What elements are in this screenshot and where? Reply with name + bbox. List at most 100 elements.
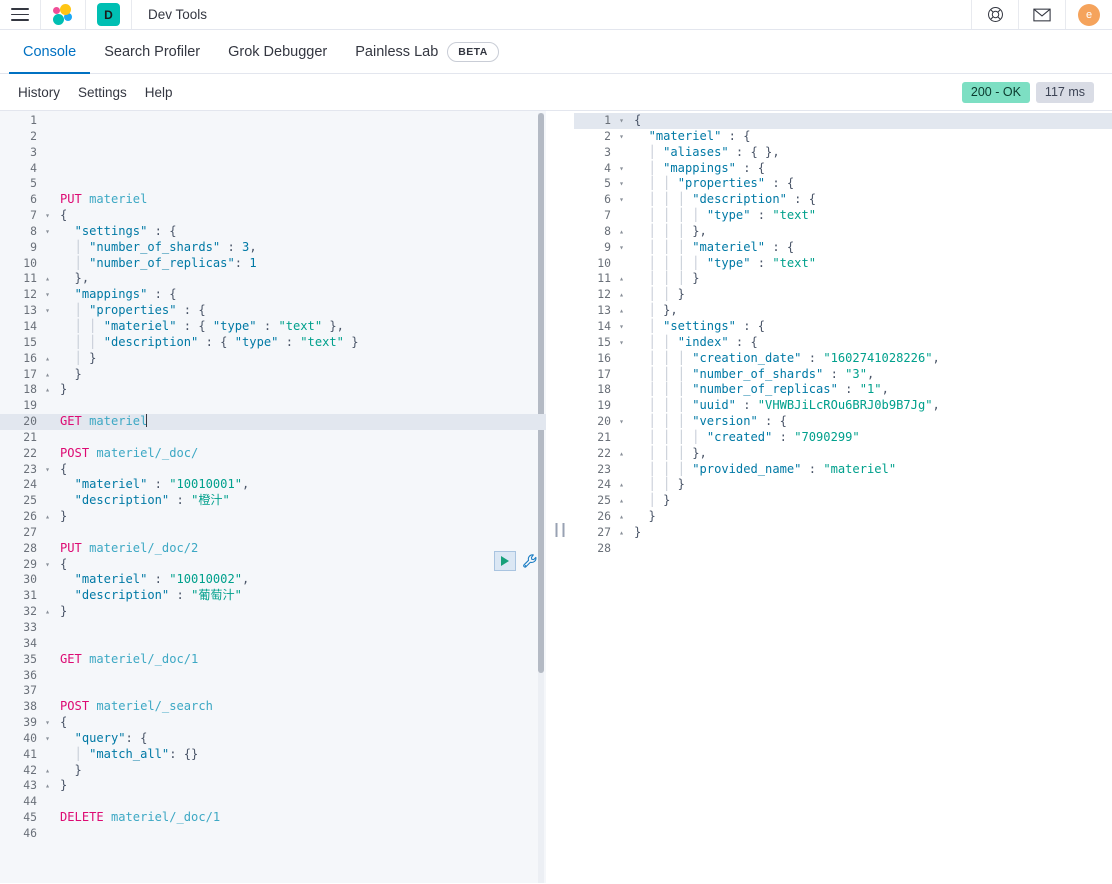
code-line[interactable]: 46: [0, 826, 546, 842]
fold-toggle-icon[interactable]: ▾: [616, 192, 627, 208]
code-line[interactable]: 39 ▾ {: [0, 715, 546, 731]
fold-toggle-icon[interactable]: ▾: [42, 224, 53, 240]
code-line[interactable]: 20 GET materiel: [0, 414, 546, 430]
code-line[interactable]: 14 │ │ "materiel" : { "type" : "text" },: [0, 319, 546, 335]
code-line[interactable]: 2: [0, 129, 546, 145]
fold-toggle-icon[interactable]: ▴: [42, 509, 53, 525]
code-line[interactable]: 42 ▴ }: [0, 763, 546, 779]
request-options-button[interactable]: [520, 551, 540, 571]
fold-toggle-icon[interactable]: ▾: [616, 113, 627, 129]
fold-toggle-icon[interactable]: ▾: [616, 319, 627, 335]
fold-toggle-icon[interactable]: ▾: [616, 414, 627, 430]
code-line[interactable]: 29 ▾ {: [0, 557, 546, 573]
code-line[interactable]: 18 ▴}: [0, 382, 546, 398]
send-request-button[interactable]: [494, 551, 516, 571]
code-line[interactable]: 4: [0, 161, 546, 177]
code-line[interactable]: 10 │ "number_of_replicas": 1: [0, 256, 546, 272]
code-line[interactable]: 23 ▾ {: [0, 462, 546, 478]
fold-toggle-icon[interactable]: ▴: [616, 525, 627, 541]
elastic-home-link[interactable]: [41, 0, 86, 29]
code-line[interactable]: 15 │ │ "description" : { "type" : "text"…: [0, 335, 546, 351]
code-line[interactable]: 12 ▾ "mappings" : {: [0, 287, 546, 303]
code-line[interactable]: 11 ▴ },: [0, 271, 546, 287]
fold-toggle-icon[interactable]: ▴: [42, 763, 53, 779]
splitter-grip-icon[interactable]: [555, 523, 565, 537]
notifications-button[interactable]: [1018, 0, 1065, 29]
user-menu-button[interactable]: e: [1065, 0, 1112, 29]
code-line[interactable]: 3: [0, 145, 546, 161]
code-line[interactable]: 30 "materiel" : "10010002",: [0, 572, 546, 588]
code-line[interactable]: 41 │ "match_all": {}: [0, 747, 546, 763]
line-number: 23: [597, 461, 611, 476]
tab-grok-debugger[interactable]: Grok Debugger: [214, 30, 341, 73]
fold-toggle-icon[interactable]: ▴: [42, 778, 53, 794]
code-line[interactable]: 27: [0, 525, 546, 541]
fold-toggle-icon[interactable]: ▾: [616, 240, 627, 256]
request-editor-pane[interactable]: 1 2 3 4 5 6 PUT materiel 7 ▾{8 ▾ "settings" : {9 …: [0, 111, 546, 883]
fold-toggle-icon[interactable]: ▴: [616, 477, 627, 493]
fold-toggle-icon[interactable]: ▴: [42, 382, 53, 398]
pane-splitter[interactable]: [546, 111, 574, 883]
code-line[interactable]: 28 PUT materiel/_doc/2: [0, 541, 546, 557]
code-line[interactable]: 26 ▴}: [0, 509, 546, 525]
fold-toggle-icon[interactable]: ▾: [42, 462, 53, 478]
fold-toggle-icon[interactable]: ▴: [616, 446, 627, 462]
tab-painless-lab[interactable]: Painless Lab BETA: [341, 30, 512, 73]
fold-toggle-icon[interactable]: ▴: [616, 287, 627, 303]
fold-toggle-icon[interactable]: ▴: [616, 493, 627, 509]
code-line[interactable]: 37: [0, 683, 546, 699]
code-line[interactable]: 38 POST materiel/_search: [0, 699, 546, 715]
fold-toggle-icon[interactable]: ▴: [616, 509, 627, 525]
code-line[interactable]: 45 DELETE materiel/_doc/1: [0, 810, 546, 826]
code-line[interactable]: 33: [0, 620, 546, 636]
fold-toggle-icon[interactable]: ▾: [42, 287, 53, 303]
fold-toggle-icon[interactable]: ▾: [616, 161, 627, 177]
fold-toggle-icon[interactable]: ▾: [42, 208, 53, 224]
code-line[interactable]: 40 ▾ "query": {: [0, 731, 546, 747]
fold-toggle-icon[interactable]: ▾: [42, 303, 53, 319]
code-line[interactable]: 32 ▴}: [0, 604, 546, 620]
code-line[interactable]: 21: [0, 430, 546, 446]
code-line[interactable]: 24 "materiel" : "10010001",: [0, 477, 546, 493]
settings-button[interactable]: Settings: [69, 85, 136, 100]
fold-toggle-icon[interactable]: ▾: [616, 176, 627, 192]
fold-toggle-icon[interactable]: ▴: [42, 604, 53, 620]
fold-toggle-icon[interactable]: ▾: [616, 335, 627, 351]
fold-toggle-icon[interactable]: ▾: [616, 129, 627, 145]
fold-toggle-icon[interactable]: ▾: [42, 731, 53, 747]
fold-toggle-icon[interactable]: ▴: [616, 303, 627, 319]
tab-search-profiler[interactable]: Search Profiler: [90, 30, 214, 73]
request-editor-lines[interactable]: 1 2 3 4 5 6 PUT materiel 7 ▾{8 ▾ "settings" : {9 …: [0, 111, 546, 842]
code-line[interactable]: 44: [0, 794, 546, 810]
fold-toggle-icon[interactable]: ▴: [42, 367, 53, 383]
fold-toggle-icon[interactable]: ▾: [42, 715, 53, 731]
code-line[interactable]: 7 ▾ {: [0, 208, 546, 224]
code-line[interactable]: 35 GET materiel/_doc/1: [0, 652, 546, 668]
code-line[interactable]: 8 ▾ "settings" : {: [0, 224, 546, 240]
fold-toggle-icon[interactable]: ▴: [616, 224, 627, 240]
code-line[interactable]: 17 ▴ }: [0, 367, 546, 383]
code-line[interactable]: 31 "description" : "葡萄汁": [0, 588, 546, 604]
help-link[interactable]: Help: [136, 85, 182, 100]
fold-toggle-icon[interactable]: ▴: [42, 351, 53, 367]
help-button[interactable]: [971, 0, 1018, 29]
code-line[interactable]: 5: [0, 176, 546, 192]
code-line[interactable]: 16 ▴ │ }: [0, 351, 546, 367]
code-line[interactable]: 25 "description" : "橙汁": [0, 493, 546, 509]
menu-toggle-button[interactable]: [0, 0, 41, 29]
code-line[interactable]: 43 ▴}: [0, 778, 546, 794]
code-line[interactable]: 13 ▾ │ "properties" : {: [0, 303, 546, 319]
code-line[interactable]: 22 POST materiel/_doc/: [0, 446, 546, 462]
code-line[interactable]: 36: [0, 668, 546, 684]
code-line[interactable]: 1: [0, 113, 546, 129]
code-line[interactable]: 9 │ "number_of_shards" : 3,: [0, 240, 546, 256]
response-viewer-pane[interactable]: 1 ▾ {2 ▾ "materiel" : {3 │ "aliases" : { },…: [574, 111, 1112, 883]
code-line[interactable]: 6 PUT materiel: [0, 192, 546, 208]
code-line[interactable]: 19: [0, 398, 546, 414]
fold-toggle-icon[interactable]: ▴: [616, 271, 627, 287]
fold-toggle-icon[interactable]: ▾: [42, 557, 53, 573]
code-line[interactable]: 34: [0, 636, 546, 652]
history-button[interactable]: History: [9, 85, 69, 100]
fold-toggle-icon[interactable]: ▴: [42, 271, 53, 287]
tab-console[interactable]: Console: [9, 30, 91, 74]
